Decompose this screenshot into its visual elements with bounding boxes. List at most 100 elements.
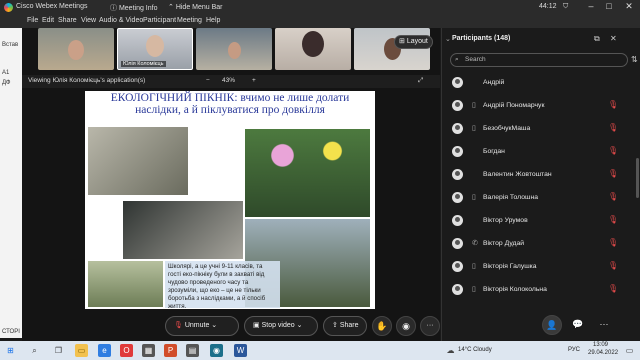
meeting-timer: 44:12 — [539, 3, 557, 10]
search-icon: ⌕ — [455, 56, 459, 63]
background-window: Встав A1 ДФ СТОРІ — [0, 28, 22, 338]
app-icon[interactable]: ▦ — [142, 344, 155, 357]
participant-face — [68, 40, 84, 60]
powerpoint-icon[interactable]: P — [164, 344, 177, 357]
edge-icon[interactable]: e — [98, 344, 111, 357]
participant-name: Віктор Урумов — [483, 217, 528, 224]
more-options-button[interactable]: ··· — [420, 316, 440, 336]
menu-help[interactable]: Help — [206, 17, 220, 24]
file-explorer-icon[interactable]: ▭ — [75, 344, 88, 357]
participant-row[interactable]: Андрій — [450, 73, 620, 93]
panel-scrollbar[interactable] — [636, 158, 639, 198]
more-panels-button[interactable]: ··· — [594, 315, 614, 335]
menu-file[interactable]: File — [27, 17, 38, 24]
sort-icon[interactable]: ⇅ — [631, 55, 638, 64]
close-icon[interactable]: ✕ — [622, 1, 636, 15]
participant-face — [302, 31, 324, 57]
participant-row[interactable]: Богдан 🎙 — [450, 142, 620, 162]
title-bar: Cisco Webex Meetings ⓘ Meeting Info ⌃ Hi… — [0, 0, 640, 16]
windows-start-icon[interactable]: ⊞ — [4, 344, 17, 357]
share-button[interactable]: ⇪ Share — [323, 316, 367, 336]
app-title: Cisco Webex Meetings — [16, 3, 88, 10]
stop-video-button[interactable]: ▣ Stop video ⌄ — [244, 316, 318, 336]
video-tile[interactable] — [196, 28, 272, 70]
webex-taskbar-icon[interactable]: ◉ — [210, 344, 223, 357]
avatar — [452, 284, 463, 295]
menu-participant[interactable]: Participant — [143, 17, 176, 24]
zoom-out-button[interactable]: − — [206, 77, 210, 84]
phone-icon: ▯ — [472, 286, 476, 293]
participant-row[interactable]: Валентин Жовтоштан 🎙 — [450, 165, 620, 185]
minimize-icon[interactable]: – — [584, 1, 598, 15]
participant-name: Валерія Толошна — [483, 194, 538, 201]
pop-out-panel-icon[interactable]: ⧉ — [594, 34, 600, 44]
mic-muted-icon: 🎙 — [174, 322, 183, 329]
share-icon: ⇪ — [332, 322, 338, 329]
avatar — [452, 100, 463, 111]
task-view-icon[interactable]: ❐ — [52, 344, 65, 357]
mic-muted-icon[interactable]: 🎙 — [608, 261, 618, 270]
participant-name: Андрій Пономарчук — [483, 102, 545, 109]
phone-icon: ▯ — [472, 102, 476, 109]
word-icon[interactable]: W — [234, 344, 247, 357]
weather-label[interactable]: 14°C Cloudy — [458, 347, 492, 353]
mic-muted-icon[interactable]: 🎙 — [608, 146, 618, 155]
participant-row[interactable]: ▯ Вікторія Галушка 🎙 — [450, 257, 620, 277]
mic-muted-icon[interactable]: 🎙 — [608, 284, 618, 293]
language-indicator[interactable]: РУС — [568, 347, 580, 353]
zoom-in-button[interactable]: + — [252, 77, 256, 84]
recorder-button[interactable]: ◉ — [396, 316, 416, 336]
chat-button[interactable]: 💬 — [568, 315, 588, 335]
close-panel-icon[interactable]: ✕ — [610, 34, 617, 43]
participant-row[interactable]: ▯ Валерія Толошна 🎙 — [450, 188, 620, 208]
menu-audio-video[interactable]: Audio & Video — [99, 17, 143, 24]
participant-row[interactable]: ✆ Віктор Дудай 🎙 — [450, 234, 620, 254]
mic-muted-icon[interactable]: 🎙 — [608, 123, 618, 132]
mic-muted-icon[interactable]: 🎙 — [608, 215, 618, 224]
webex-logo-icon — [4, 3, 13, 12]
menu-meeting[interactable]: Meeting — [177, 17, 202, 24]
collapse-icon[interactable]: ⌄ — [445, 35, 451, 43]
participant-name: Валентин Жовтоштан — [483, 171, 552, 178]
notification-icon[interactable]: ▭ — [623, 344, 636, 357]
clock-date[interactable]: 29.04.2022 — [588, 350, 618, 356]
participant-name: Андрій — [483, 79, 505, 86]
video-tile-featured[interactable]: Юлія Коломієць — [117, 28, 193, 70]
zoom-level[interactable]: 43% — [222, 77, 235, 84]
maximize-icon[interactable]: □ — [602, 1, 616, 15]
slide-title: ЕКОЛОГІЧНИЙ ПІКНІК: вчимо не лише долати… — [85, 92, 375, 116]
status-label: СТОРІ — [2, 329, 20, 335]
menu-bar: File Edit Share View Audio & Video Parti… — [0, 16, 640, 28]
hide-menu-bar-button[interactable]: ⌃ Hide Menu Bar — [168, 3, 223, 11]
pop-out-icon[interactable]: ⤢ — [418, 77, 423, 85]
participant-row[interactable]: ▯ БезобчукМаша 🎙 — [450, 119, 620, 139]
meeting-stage: Юлія Коломієць ⊞ Layout Viewing Юлія Кол… — [22, 28, 440, 341]
clock-time[interactable]: 13:09 — [593, 342, 608, 348]
menu-edit[interactable]: Edit — [42, 17, 54, 24]
mic-muted-icon[interactable]: 🎙 — [608, 100, 618, 109]
menu-view[interactable]: View — [81, 17, 96, 24]
meeting-info-link[interactable]: ⓘ Meeting Info — [110, 3, 157, 13]
participant-row[interactable]: Віктор Урумов 🎙 — [450, 211, 620, 231]
mic-muted-icon[interactable]: 🎙 — [608, 169, 618, 178]
participant-row[interactable]: ▯ Вікторія Колокольна 🎙 — [450, 280, 620, 300]
unmute-button[interactable]: 🎙 Unmute ⌄ — [165, 316, 239, 336]
opera-icon[interactable]: O — [120, 344, 133, 357]
camera-icon: ▣ — [253, 322, 260, 329]
participant-face — [146, 35, 164, 57]
search-icon[interactable]: ⌕ — [28, 344, 41, 357]
app-icon[interactable]: ▤ — [186, 344, 199, 357]
participant-row[interactable]: ▯ Андрій Пономарчук 🎙 — [450, 96, 620, 116]
participant-search-input[interactable]: ⌕ Search — [450, 53, 628, 67]
featured-name: Юлія Коломієць — [121, 61, 166, 67]
control-bar: 🎙 Unmute ⌄ ▣ Stop video ⌄ ⇪ Share ✋ ◉ ··… — [22, 311, 440, 341]
mic-muted-icon[interactable]: 🎙 — [608, 192, 618, 201]
video-tile[interactable] — [38, 28, 114, 70]
layout-button[interactable]: ⊞ Layout — [394, 35, 433, 49]
reactions-button[interactable]: ✋ — [372, 316, 392, 336]
participants-toggle-button[interactable]: 👤 — [542, 315, 562, 335]
menu-share[interactable]: Share — [58, 17, 77, 24]
mic-muted-icon[interactable]: 🎙 — [608, 238, 618, 247]
phone-icon: ▯ — [472, 194, 476, 201]
video-tile[interactable] — [275, 28, 351, 70]
